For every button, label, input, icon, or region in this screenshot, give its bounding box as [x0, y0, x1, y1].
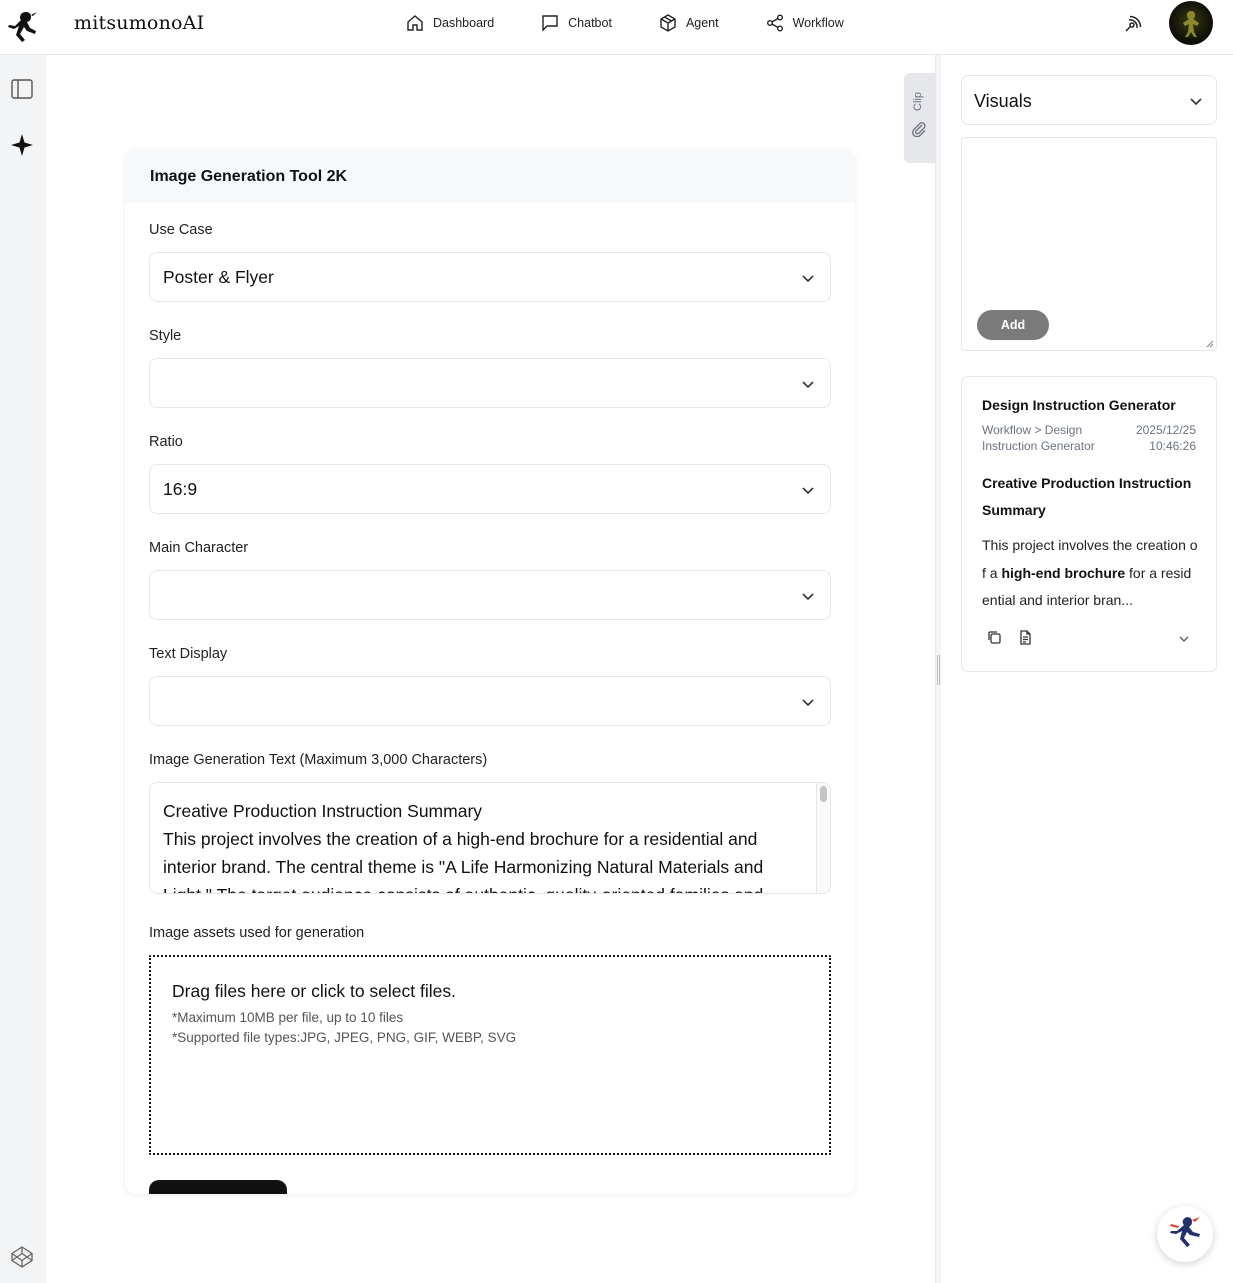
assets-label: Image assets used for generation — [149, 925, 365, 941]
cube-icon — [660, 13, 676, 32]
left-rail — [0, 55, 46, 1283]
prompt-line-1: Creative Production Instruction Summary — [163, 801, 483, 821]
main-character-label: Main Character — [149, 540, 249, 556]
dropzone-types-note: *Supported file types:JPG, JPEG, PNG, GI… — [172, 1030, 517, 1045]
codepen-icon[interactable] — [10, 1245, 34, 1269]
text-display-label: Text Display — [149, 646, 228, 662]
share-nodes-icon — [766, 14, 783, 31]
paperclip-icon — [912, 122, 926, 137]
brand-name[interactable]: mitsumonoAI — [74, 12, 204, 34]
chat-icon — [542, 14, 558, 32]
result-actions — [986, 629, 1034, 646]
chevron-down-icon[interactable] — [1178, 633, 1190, 645]
style-label: Style — [149, 328, 182, 344]
assistant-fab[interactable] — [1157, 1206, 1213, 1262]
right-panel: Visuals Add Design Instruction Generator… — [941, 55, 1233, 1283]
ratio-select[interactable]: 16:9 — [149, 464, 831, 514]
main-nav: Dashboard Chatbot Agent Workflow — [405, 0, 890, 45]
splitter-grip[interactable] — [937, 655, 940, 685]
use-case-select[interactable]: Poster & Flyer — [149, 252, 831, 302]
result-card: Design Instruction Generator Workflow > … — [961, 376, 1217, 672]
sparkle-icon[interactable] — [10, 133, 34, 157]
top-bar: mitsumonoAI Dashboard Chatbot Agent Work… — [0, 0, 1233, 55]
chevron-down-icon — [802, 593, 814, 601]
add-button[interactable]: Add — [977, 310, 1049, 340]
use-case-value: Poster & Flyer — [163, 266, 274, 287]
visual-input-box[interactable]: Add — [961, 137, 1217, 351]
dropzone-title: Drag files here or click to select files… — [172, 981, 456, 1001]
resize-handle-icon[interactable] — [1206, 340, 1214, 348]
nav-dashboard-label: Dashboard — [433, 15, 495, 30]
nav-chatbot-label: Chatbot — [568, 15, 612, 30]
result-timestamp: 2025/12/25 10:46:26 — [1136, 422, 1196, 454]
broadcast-icon[interactable] — [1121, 12, 1145, 36]
nav-dashboard[interactable]: Dashboard — [405, 13, 494, 33]
use-case-label: Use Case — [149, 222, 213, 238]
main-character-select[interactable] — [149, 570, 831, 620]
text-display-select[interactable] — [149, 676, 831, 726]
nav-workflow-label: Workflow — [792, 15, 844, 30]
dropzone-size-note: *Maximum 10MB per file, up to 10 files — [172, 1010, 404, 1025]
panel-mode-select[interactable]: Visuals — [961, 75, 1217, 125]
clip-tab[interactable]: Clip — [904, 73, 935, 163]
ratio-value: 16:9 — [163, 478, 198, 499]
prompt-textarea[interactable]: Creative Production Instruction Summary … — [149, 782, 831, 894]
panel-mode-value: Visuals — [974, 91, 1032, 111]
result-heading: Creative Production Instruction Summary — [982, 475, 1192, 518]
user-avatar[interactable] — [1169, 1, 1213, 45]
ninja-mascot-icon — [1170, 1217, 1200, 1247]
nav-workflow[interactable]: Workflow — [765, 13, 844, 33]
style-select[interactable] — [149, 358, 831, 408]
form-title: Image Generation Tool 2K — [125, 150, 855, 203]
document-icon[interactable] — [1017, 629, 1034, 646]
result-body-bold: high-end brochure — [1001, 564, 1126, 581]
copy-icon[interactable] — [986, 629, 1003, 646]
chevron-down-icon — [802, 381, 814, 389]
result-time: 10:46:26 — [1149, 439, 1196, 453]
result-breadcrumb: Workflow > Design Instruction Generator — [982, 423, 1095, 453]
nav-chatbot[interactable]: Chatbot — [540, 13, 612, 33]
scrollbar-thumb[interactable] — [820, 786, 827, 802]
nav-agent[interactable]: Agent — [658, 13, 719, 33]
chevron-down-icon — [802, 275, 814, 283]
nav-agent-label: Agent — [685, 15, 719, 30]
generate-button[interactable] — [149, 1180, 287, 1194]
result-date: 2025/12/25 — [1135, 423, 1196, 437]
avatar-figure-icon — [1183, 11, 1199, 37]
textarea-scrollbar[interactable] — [816, 783, 830, 893]
ratio-label: Ratio — [149, 434, 183, 450]
clip-label: Clip — [912, 92, 924, 111]
prompt-line-2: This project involves the creation of a … — [163, 829, 764, 893]
result-title: Design Instruction Generator — [982, 397, 1176, 413]
home-icon — [407, 14, 423, 31]
chevron-down-icon — [802, 487, 814, 495]
chevron-down-icon — [1190, 98, 1202, 106]
image-generation-form: Image Generation Tool 2K Use Case Poster… — [125, 150, 855, 1194]
prompt-label: Image Generation Text (Maximum 3,000 Cha… — [149, 752, 488, 768]
chevron-down-icon — [802, 699, 814, 707]
file-dropzone[interactable]: Drag files here or click to select files… — [149, 955, 831, 1155]
result-body: This project involves the creation of a … — [982, 532, 1198, 614]
sidebar-toggle-icon[interactable] — [10, 77, 34, 101]
ninja-logo-icon[interactable] — [6, 10, 38, 46]
